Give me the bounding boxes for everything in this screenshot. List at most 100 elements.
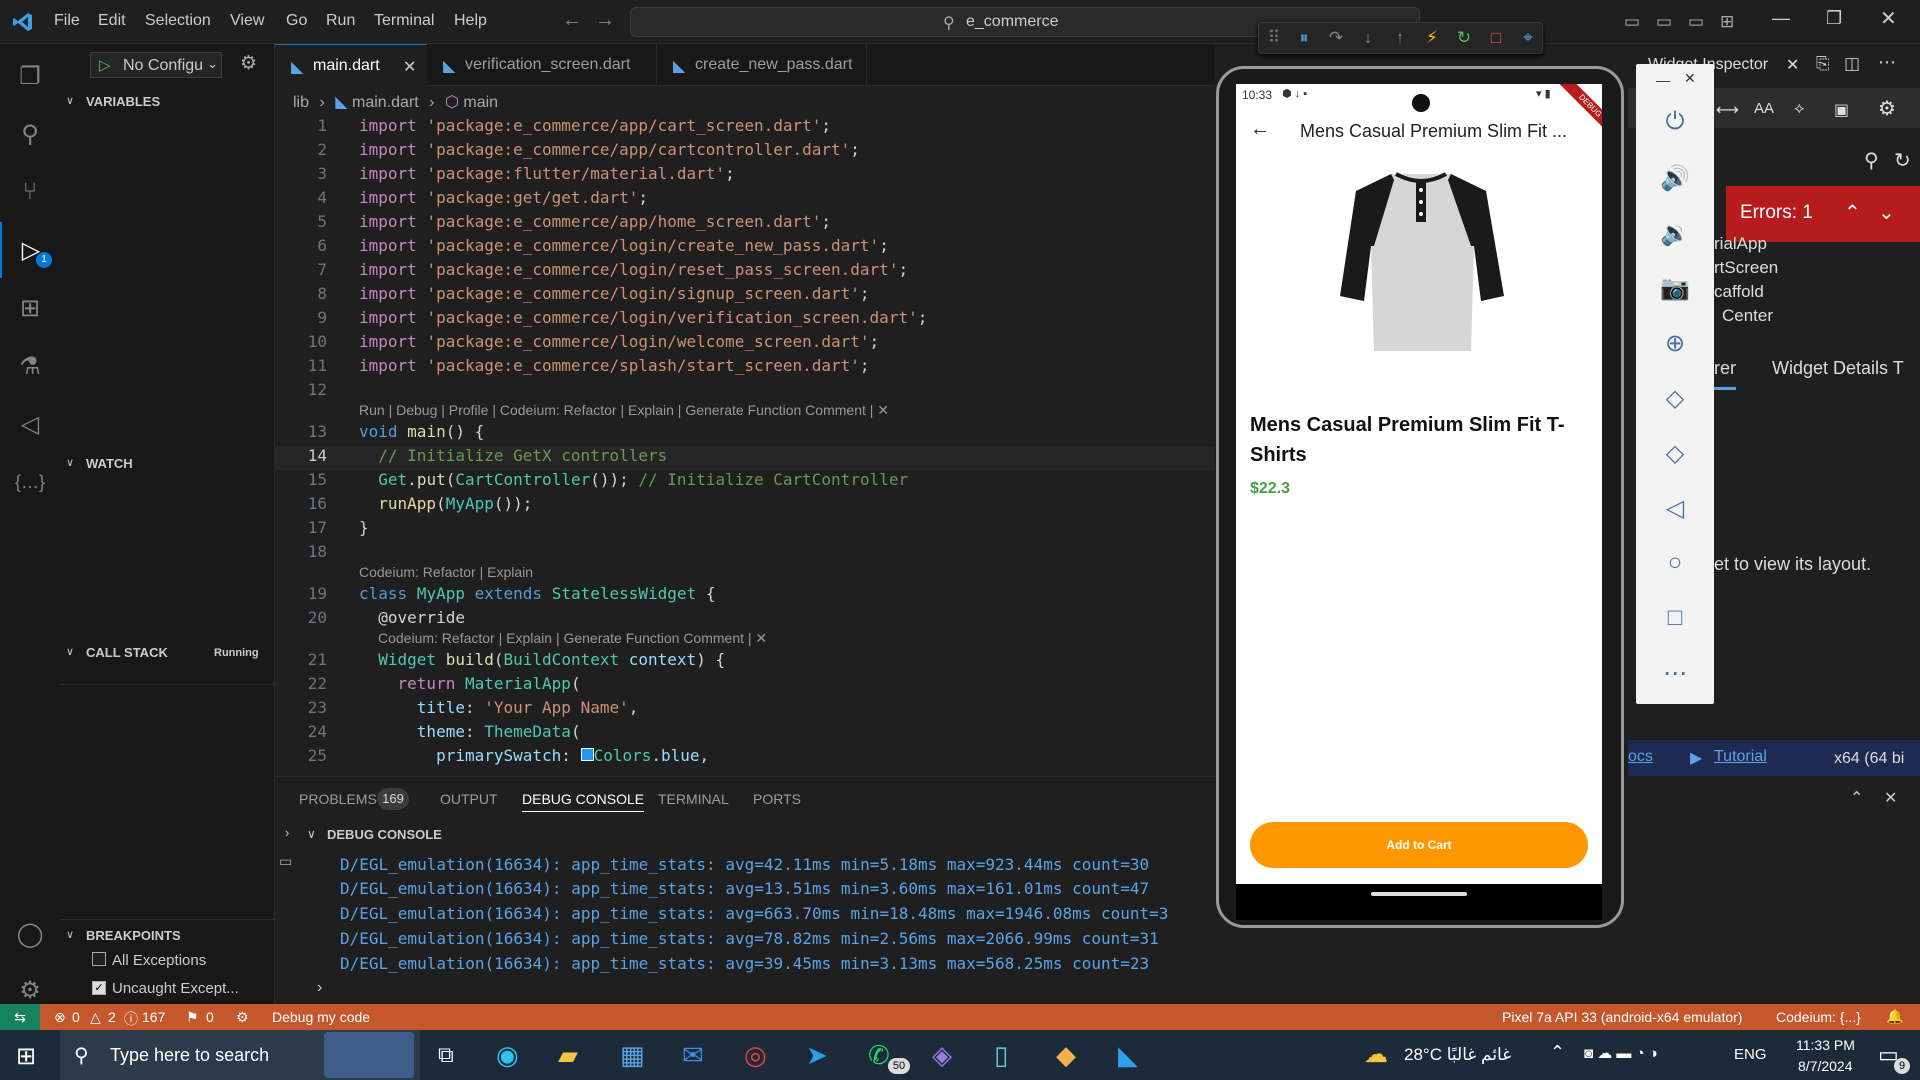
device-label[interactable]: Pixel 7a API 33 (android-x64 emulator) [1502,1009,1742,1025]
breadcrumb-folder[interactable]: lib [293,94,309,111]
zoom-icon[interactable]: ⊕ [1636,329,1714,358]
drag-handle-icon[interactable]: ⠿ [1263,28,1285,48]
chevron-down-icon[interactable]: ∨ [307,827,316,841]
errors-icon[interactable]: ⊗ [54,1009,66,1026]
settings-gear-icon[interactable]: ⚙ [1878,96,1896,121]
tutorial-link[interactable]: Tutorial [1714,748,1767,766]
toggle-sidebar-icon[interactable]: ▭ [1624,12,1640,32]
flutter-icon[interactable]: ◁ [0,396,60,452]
inspect-widget-icon[interactable]: ⌖ [1517,28,1539,48]
home-nav-icon[interactable]: ○ [1636,549,1714,577]
tab-layout-explorer[interactable]: rer [1714,358,1736,390]
add-to-cart-button[interactable]: Add to Cart [1250,822,1588,868]
chevron-down-icon[interactable]: ∨ [66,928,74,941]
vscode-taskbar-icon[interactable]: ◣ [1118,1040,1138,1071]
step-over-icon[interactable]: ↷ [1325,28,1347,48]
maximize-panel-icon[interactable]: ⌃ [1850,788,1863,808]
restart-icon[interactable]: ↻ [1453,28,1475,48]
variables-section-title[interactable]: VARIABLES [86,94,160,109]
debug-label[interactable]: Debug my code [272,1009,370,1025]
tab-create-new-pass[interactable]: ◣ create_new_pass.dart [657,44,867,86]
codelens-myapp[interactable]: Codeium: Refactor | Explain [359,564,533,580]
breakpoints-section-title[interactable]: BREAKPOINTS [86,928,181,943]
file-explorer-icon[interactable]: ▰ [558,1040,578,1071]
minimize-emulator-icon[interactable]: — [1656,72,1670,88]
codelens-main[interactable]: Run | Debug | Profile | Codeium: Refacto… [359,402,889,419]
uncaught-exceptions-checkbox[interactable]: ✓ [92,981,106,995]
explorer-icon[interactable]: ❐ [0,48,60,104]
filter-icon[interactable]: ▭ [279,853,292,870]
toggle-secondary-sidebar-icon[interactable]: ▭ [1688,12,1704,32]
search-activity-icon[interactable]: ⚲ [0,106,60,162]
mail-icon[interactable]: ✉ [682,1040,704,1071]
tab-ports[interactable]: PORTS [753,791,801,807]
close-emulator-icon[interactable]: ✕ [1684,70,1696,87]
copilot-icon[interactable]: ◈ [932,1040,952,1071]
power-icon[interactable]: ⏻ [1636,108,1714,136]
run-debug-icon[interactable]: ▷ 1 [0,222,60,278]
whatsapp-icon[interactable]: ✆ [868,1040,890,1071]
paint-icon[interactable]: ⟡ [1794,100,1805,118]
phone-screen[interactable]: 10:33 ⬢ ↓ ▪ ▾ ▮ DEBUG ← Mens Casual Prem… [1236,84,1602,884]
rotate-right-icon[interactable]: ◇ [1636,439,1714,468]
chevron-down-icon[interactable]: ∨ [66,645,74,658]
menu-go[interactable]: Go [286,12,307,30]
open-in-window-icon[interactable]: ⎘ [1816,54,1830,74]
step-into-icon[interactable]: ↓ [1357,28,1379,48]
console-input-prompt-icon[interactable]: › [317,979,322,997]
start-debug-icon[interactable]: ▷ [99,56,111,74]
rotate-left-icon[interactable]: ◇ [1636,384,1714,413]
inspector-icon[interactable]: ⟷ [1716,100,1739,120]
step-out-icon[interactable]: ↑ [1389,28,1411,48]
remote-indicator-icon[interactable]: ⇆ [0,1004,40,1030]
tab-terminal[interactable]: TERMINAL [658,791,729,807]
source-control-icon[interactable]: ⑂ [0,164,60,220]
show-hidden-icons[interactable]: ⌃ [1550,1042,1565,1063]
pause-icon[interactable]: ⏸ [1293,28,1315,48]
image-icon[interactable]: ▣ [1834,100,1849,120]
widget-tree-item[interactable]: rialApp [1714,234,1767,254]
menu-edit[interactable]: Edit [98,12,126,30]
close-tab-icon[interactable]: ✕ [403,57,416,77]
split-editor-icon[interactable]: ◫ [1844,54,1860,74]
tab-debug-console[interactable]: DEBUG CONSOLE [522,791,645,812]
codelens-build[interactable]: Codeium: Refactor | Explain | Generate F… [378,630,767,647]
weather-text[interactable]: 28°C غائم غالبًا [1404,1045,1511,1065]
extensions-icon[interactable]: ⊞ [0,280,60,336]
testing-icon[interactable]: ⚗ [0,338,60,394]
info-icon[interactable]: ⓘ [124,1009,138,1029]
volume-up-icon[interactable]: 🔊 [1636,164,1714,193]
debug-settings-gear-icon[interactable]: ⚙ [240,52,257,75]
chevron-down-icon[interactable]: ∨ [66,456,74,469]
camera-icon[interactable]: 📷 [1636,274,1714,303]
chevron-down-icon[interactable]: ∨ [66,94,74,107]
debug-icon[interactable]: ⚙ [236,1009,249,1026]
next-error-icon[interactable]: ⌄ [1878,200,1895,225]
menu-terminal[interactable]: Terminal [374,12,434,30]
watch-section-title[interactable]: WATCH [86,456,133,471]
docs-link[interactable]: ocs [1628,748,1653,766]
task-view-icon[interactable]: ⧉ [438,1042,454,1068]
close-panel-icon[interactable]: ✕ [1884,788,1897,808]
taskbar-search-box[interactable]: ⚲ Type here to search [60,1030,420,1080]
search-icon[interactable]: ⚲ [1864,148,1879,173]
nav-back-icon[interactable]: ← [562,9,582,32]
windows-start-icon[interactable]: ⊞ [16,1042,36,1071]
breadcrumb-file[interactable]: main.dart [352,94,419,111]
code-editor[interactable]: lib › ◣ main.dart › ⬡ main 1 import 'pack… [275,86,1215,776]
text-size-icon[interactable]: AA [1754,100,1774,117]
back-arrow-icon[interactable]: ← [1250,118,1270,141]
android-studio-icon[interactable]: ▯ [994,1040,1008,1071]
chrome-icon[interactable]: ◎ [744,1040,767,1071]
prev-error-icon[interactable]: ⌃ [1844,200,1861,225]
breadcrumb-symbol[interactable]: main [463,94,498,111]
clock-time[interactable]: 11:33 PM [1796,1037,1855,1053]
back-nav-icon[interactable]: ◁ [1636,494,1714,523]
json-icon[interactable]: {…} [0,454,60,510]
home-gesture-bar[interactable] [1371,892,1467,896]
notifications-bell-icon[interactable]: 🔔 [1886,1008,1903,1025]
menu-selection[interactable]: Selection [145,12,211,30]
chevron-right-icon[interactable]: › [285,825,289,840]
menu-help[interactable]: Help [454,12,487,30]
codeium-status[interactable]: Codeium: {...} [1776,1009,1861,1025]
